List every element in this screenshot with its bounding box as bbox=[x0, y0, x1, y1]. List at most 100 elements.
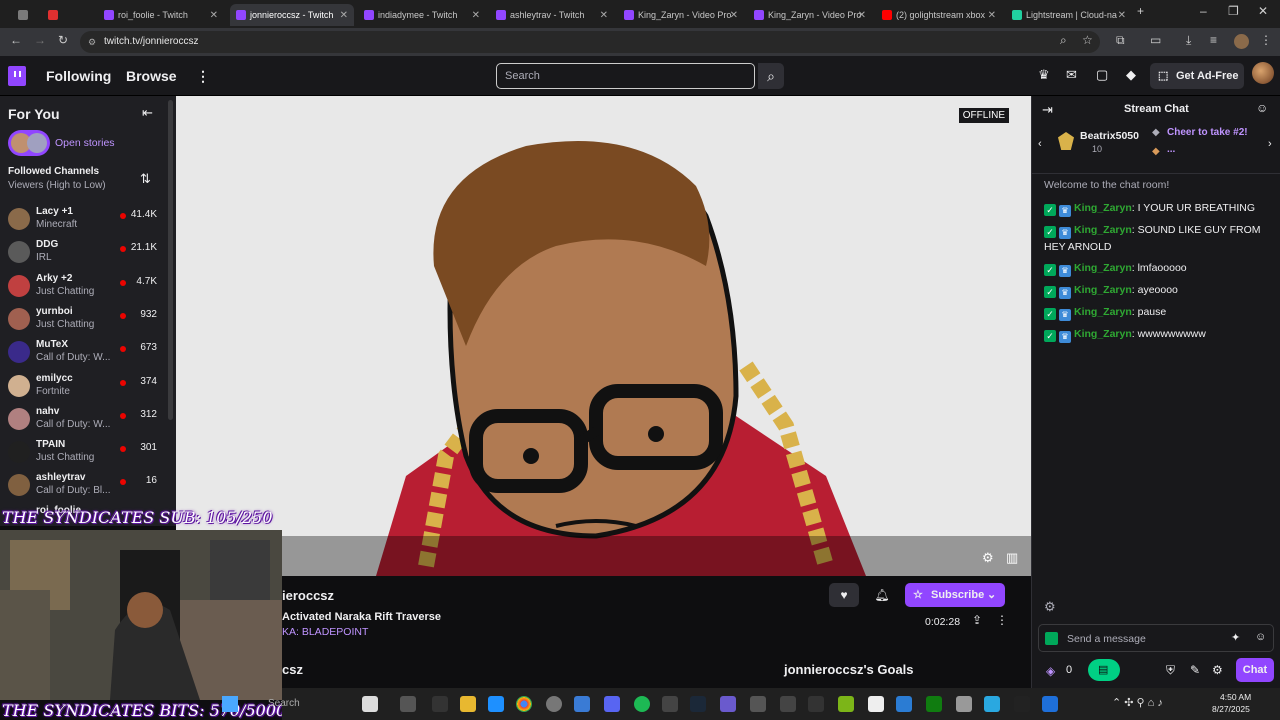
shield-icon[interactable]: ⛨ bbox=[1166, 663, 1175, 678]
steam-icon[interactable] bbox=[690, 696, 706, 712]
browser-tab[interactable]: Lightstream | Cloud-na ✕ bbox=[1006, 4, 1132, 26]
sidebar-channel[interactable]: Arky +2 Just Chatting 4.7K bbox=[0, 271, 176, 304]
obs-icon[interactable] bbox=[546, 696, 562, 712]
xbox-icon[interactable] bbox=[926, 696, 942, 712]
settings-app-icon[interactable] bbox=[956, 696, 972, 712]
discord-icon[interactable] bbox=[604, 696, 620, 712]
app-icon-3[interactable] bbox=[750, 696, 766, 712]
url-input[interactable]: ⚙ twitch.tv/jonnieroccsz bbox=[80, 31, 1100, 53]
sort-icon[interactable]: ⇅ bbox=[140, 171, 151, 187]
browser-tab[interactable]: (2) golightstream xbox ✕ bbox=[876, 4, 1002, 26]
site-info-icon[interactable]: ⚙ bbox=[88, 31, 96, 53]
app-icon-4[interactable] bbox=[780, 696, 796, 712]
browser-tab[interactable] bbox=[12, 4, 38, 26]
sidebar-channel[interactable]: DDG IRL 21.1K bbox=[0, 237, 176, 270]
collapse-sidebar-icon[interactable]: ⇤ bbox=[142, 105, 153, 121]
play-icon[interactable] bbox=[838, 696, 854, 712]
store-icon[interactable] bbox=[488, 696, 504, 712]
tab-close-icon[interactable]: ✕ bbox=[1118, 10, 1126, 21]
maximize-icon[interactable]: ❐ bbox=[1228, 4, 1239, 18]
subscribe-button[interactable]: ☆ Subscribe ⌄ bbox=[905, 583, 1005, 607]
chat-settings-icon[interactable]: ⚙ bbox=[1212, 663, 1223, 677]
sidebar-scrollbar[interactable] bbox=[168, 100, 173, 420]
user-avatar[interactable] bbox=[1252, 62, 1274, 84]
collapse-chat-icon[interactable]: ⇥ bbox=[1042, 102, 1053, 118]
sidebar-channel[interactable]: ashleytrav Call of Duty: Bl... 16 bbox=[0, 470, 176, 503]
sidebar-channel[interactable]: yurnboi Just Chatting 932 bbox=[0, 304, 176, 337]
chat-input[interactable]: Send a message ✦ ☺ bbox=[1038, 624, 1274, 652]
tab-close-icon[interactable]: ✕ bbox=[730, 10, 738, 21]
download-icon[interactable]: ⤓ bbox=[1186, 33, 1191, 48]
more-dots-icon[interactable]: ⋮ bbox=[196, 68, 210, 85]
pen-icon[interactable]: ✎ bbox=[1190, 663, 1200, 677]
forward-icon[interactable]: → bbox=[34, 33, 46, 47]
start-icon[interactable] bbox=[222, 696, 238, 712]
tab-close-icon[interactable]: ✕ bbox=[858, 10, 866, 21]
app-icon[interactable] bbox=[574, 696, 590, 712]
tab-close-icon[interactable]: ✕ bbox=[600, 10, 608, 21]
taskbar-search[interactable]: Search bbox=[268, 698, 300, 709]
claim-bonus-button[interactable]: ▤ bbox=[1088, 659, 1120, 681]
spotify-icon[interactable] bbox=[634, 696, 650, 712]
cast-icon[interactable]: ▭ bbox=[1150, 33, 1161, 47]
chat-username[interactable]: King_Zaryn bbox=[1074, 262, 1132, 274]
file-explorer-icon[interactable] bbox=[460, 696, 476, 712]
app-icon-7[interactable] bbox=[984, 696, 1000, 712]
browser-tab[interactable] bbox=[42, 4, 92, 26]
extensions-icon[interactable]: ⧉ bbox=[1116, 33, 1125, 48]
search-input[interactable]: Search bbox=[496, 63, 755, 89]
browser-tab[interactable]: ashleytrav - Twitch ✕ bbox=[490, 4, 614, 26]
follow-heart-icon[interactable]: ♥ bbox=[829, 583, 859, 607]
copilot-icon[interactable] bbox=[362, 696, 378, 712]
widgets-icon[interactable] bbox=[432, 696, 448, 712]
tab-close-icon[interactable]: ✕ bbox=[210, 10, 218, 21]
menu-dots-icon[interactable]: ⋮ bbox=[1260, 33, 1272, 47]
leaderboard-prev-icon[interactable]: ‹ bbox=[1038, 138, 1042, 150]
app-icon-2[interactable] bbox=[662, 696, 678, 712]
bookmark-star-icon[interactable]: ☆ bbox=[1082, 33, 1093, 47]
sidebar-channel[interactable]: nahv Call of Duty: W... 312 bbox=[0, 404, 176, 437]
browser-tab[interactable]: King_Zaryn - Video Pro ✕ bbox=[618, 4, 744, 26]
notifications-bell-icon[interactable]: 🔔︎ bbox=[869, 583, 895, 607]
sidebar-channel[interactable]: emilycc Fortnite 374 bbox=[0, 371, 176, 404]
sidebar-channel[interactable]: Lacy +1 Minecraft 41.4K bbox=[0, 204, 176, 237]
prime-loot-icon[interactable]: ♛ bbox=[1038, 67, 1050, 83]
tab-close-icon[interactable]: ✕ bbox=[988, 10, 996, 21]
inbox-icon[interactable]: ✉ bbox=[1066, 67, 1077, 83]
stories-avatars[interactable] bbox=[8, 130, 50, 156]
app-icon-9[interactable] bbox=[1042, 696, 1058, 712]
app-icon-5[interactable] bbox=[808, 696, 824, 712]
cheer-link[interactable]: Cheer to take #2! bbox=[1167, 127, 1248, 138]
browse-link[interactable]: Browse bbox=[126, 68, 177, 84]
get-ad-free-button[interactable]: ⬚ Get Ad-Free bbox=[1150, 63, 1244, 89]
sidebar-channel[interactable]: TPAIN Just Chatting 301 bbox=[0, 437, 176, 470]
twitch-logo-icon[interactable] bbox=[8, 66, 26, 86]
following-link[interactable]: Following bbox=[46, 68, 111, 84]
more-options-icon[interactable]: ⋮ bbox=[996, 613, 1008, 627]
app-icon-8[interactable] bbox=[1014, 696, 1030, 712]
browser-tab[interactable]: jonnieroccsz - Twitch ✕ bbox=[230, 4, 354, 26]
open-stories-link[interactable]: Open stories bbox=[55, 137, 115, 149]
tab-search-icon[interactable]: ≡ bbox=[1210, 33, 1217, 47]
leaderboard-next-icon[interactable]: › bbox=[1268, 138, 1272, 150]
back-icon[interactable]: ← bbox=[10, 33, 22, 47]
theatre-mode-icon[interactable]: ▥ bbox=[1006, 550, 1018, 566]
tab-close-icon[interactable]: ✕ bbox=[340, 10, 348, 21]
chat-username[interactable]: King_Zaryn bbox=[1074, 202, 1132, 214]
controller-icon[interactable] bbox=[720, 696, 736, 712]
chat-username[interactable]: King_Zaryn bbox=[1074, 328, 1132, 340]
settings-gear-icon[interactable]: ⚙ bbox=[982, 550, 994, 566]
close-window-icon[interactable]: ✕ bbox=[1258, 4, 1268, 18]
profile-icon[interactable] bbox=[1234, 34, 1249, 49]
zoom-icon[interactable]: ⌕ bbox=[1060, 33, 1067, 48]
video-player[interactable]: OFFLINE ⚙ ▥ bbox=[176, 96, 1031, 576]
browser-tab[interactable]: roi_foolie - Twitch ✕ bbox=[98, 4, 224, 26]
chat-username[interactable]: King_Zaryn bbox=[1074, 306, 1132, 318]
notes-icon[interactable] bbox=[896, 696, 912, 712]
sidebar-channel[interactable]: MuTeX Call of Duty: W... 673 bbox=[0, 337, 176, 370]
task-view-icon[interactable] bbox=[400, 696, 416, 712]
chrome-icon[interactable] bbox=[516, 696, 532, 712]
mod-tools-icon[interactable]: ⚙ bbox=[1044, 599, 1056, 615]
browser-tab[interactable]: King_Zaryn - Video Pro ✕ bbox=[748, 4, 872, 26]
app-icon-6[interactable] bbox=[868, 696, 884, 712]
